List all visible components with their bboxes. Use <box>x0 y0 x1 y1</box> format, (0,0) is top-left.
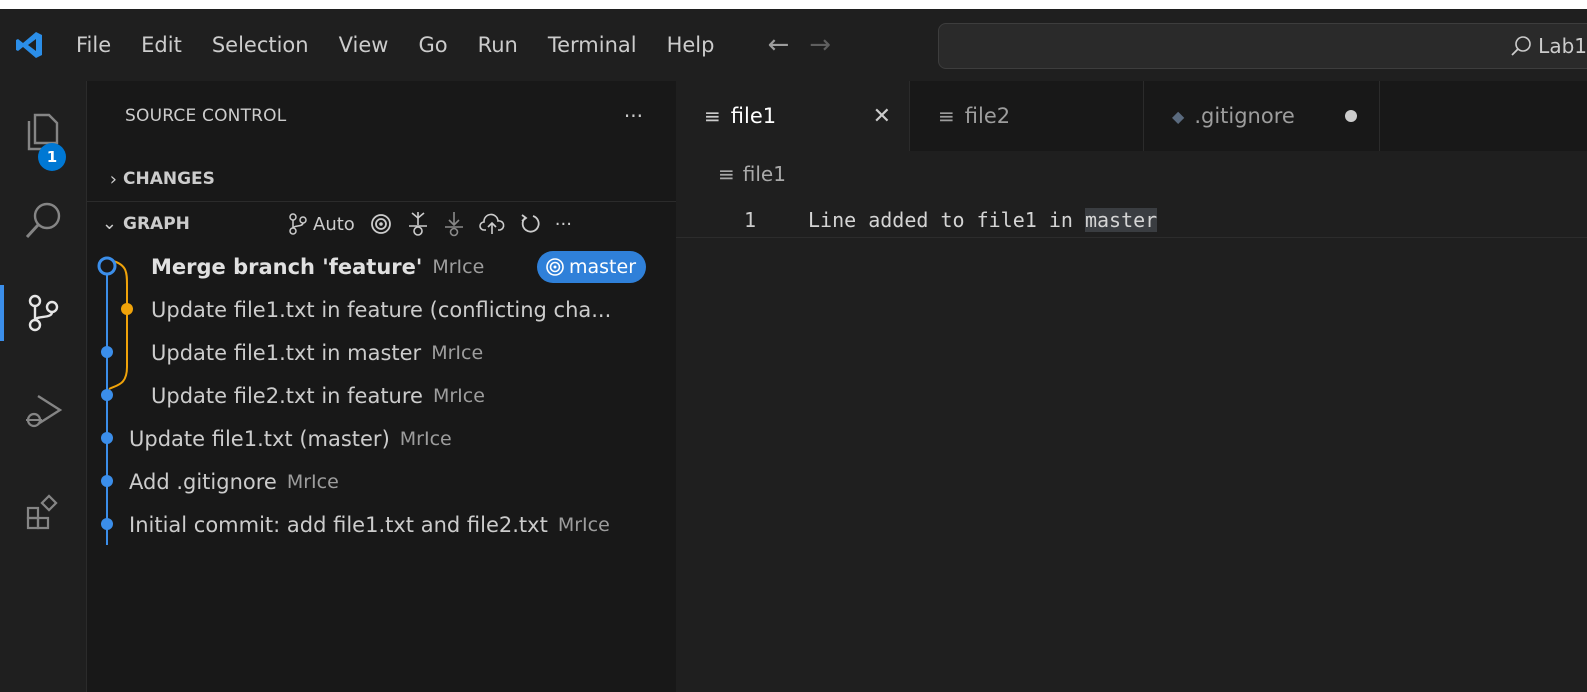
breadcrumb-file: file1 <box>742 162 786 186</box>
activity-bar: 1 <box>0 81 86 692</box>
line-content[interactable]: Line added to file1 in master <box>808 202 1158 238</box>
commit-message: Add .gitignore <box>129 469 277 494</box>
commit-author: MrIce <box>432 384 485 407</box>
push-cloud-icon[interactable] <box>479 213 505 235</box>
commit-message: Initial commit: add file1.txt and file2.… <box>129 512 548 537</box>
run-debug-button[interactable] <box>0 371 86 451</box>
tab-label: .gitignore <box>1194 104 1295 128</box>
word-highlight: master <box>1084 208 1158 232</box>
extensions-icon <box>26 494 58 530</box>
menu-run[interactable]: Run <box>463 9 533 81</box>
branch-icon <box>289 213 307 235</box>
commit-message: Update file1.txt (master) <box>129 426 390 451</box>
branch-name: master <box>569 256 637 278</box>
menu-file[interactable]: File <box>58 9 126 81</box>
menu-view[interactable]: View <box>324 9 404 81</box>
commit-row[interactable]: Merge branch 'feature' MrIce <box>151 245 484 288</box>
fetch-icon[interactable] <box>407 211 429 237</box>
tab-gitignore[interactable]: ◆ .gitignore <box>1144 81 1380 151</box>
explorer-badge: 1 <box>38 143 66 171</box>
commit-author: MrIce <box>431 341 484 364</box>
modified-dot-icon[interactable] <box>1345 110 1357 122</box>
command-center-content: Lab1 <box>1510 24 1587 68</box>
run-debug-icon <box>26 394 63 428</box>
commit-row[interactable]: Initial commit: add file1.txt and file2.… <box>129 503 610 546</box>
line-number: 1 <box>743 208 756 232</box>
vscode-logo-icon[interactable] <box>0 9 58 81</box>
target-branch-icon <box>546 258 564 276</box>
menu-help[interactable]: Help <box>652 9 730 81</box>
search-view-button[interactable] <box>0 181 86 261</box>
sidebar-title: SOURCE CONTROL <box>125 106 287 126</box>
menu-selection[interactable]: Selection <box>197 9 324 81</box>
graph-title: GRAPH <box>123 213 190 234</box>
title-bar: File Edit Selection View Go Run Terminal… <box>0 9 1587 81</box>
commit-row[interactable]: Update file1.txt (master) MrIce <box>129 417 452 460</box>
pull-icon[interactable] <box>443 211 465 237</box>
git-file-icon: ◆ <box>1172 106 1185 126</box>
commit-row[interactable]: Update file1.txt in feature (conflicting… <box>151 288 611 331</box>
editor-tabs: ≡ file1 ✕ ≡ file2 ◆ .gitignore <box>676 81 1587 151</box>
commit-graph: Merge branch 'feature' MrIce master Upda… <box>87 245 677 545</box>
changes-title: CHANGES <box>123 169 215 189</box>
commit-author: MrIce <box>286 470 339 493</box>
explorer-button[interactable]: 1 <box>0 91 86 171</box>
text-file-icon: ≡ <box>938 104 955 128</box>
editor-area: ≡ file1 ✕ ≡ file2 ◆ .gitignore ≡ file1 1… <box>676 81 1587 692</box>
graph-actions: Auto ··· <box>287 202 572 246</box>
commit-row[interactable]: Update file2.txt in feature MrIce <box>151 374 485 417</box>
auto-label: Auto <box>313 213 355 235</box>
tab-file2[interactable]: ≡ file2 <box>910 81 1144 151</box>
commit-author: MrIce <box>432 255 485 278</box>
text-file-icon: ≡ <box>718 162 735 186</box>
line-text-before: Line added to file1 in <box>808 208 1085 232</box>
auto-branch-selector[interactable]: Auto <box>287 212 355 236</box>
extensions-button[interactable] <box>0 473 86 553</box>
menu-bar: File Edit Selection View Go Run Terminal… <box>58 9 729 81</box>
commit-row[interactable]: Add .gitignore MrIce <box>129 460 339 503</box>
source-control-sidebar: SOURCE CONTROL ··· › CHANGES ⌄ GRAPH Aut… <box>86 81 677 692</box>
menu-edit[interactable]: Edit <box>126 9 197 81</box>
commit-message: Update file1.txt in feature (conflicting… <box>151 297 612 322</box>
menu-terminal[interactable]: Terminal <box>533 9 652 81</box>
graph-section-header[interactable]: ⌄ GRAPH Auto ··· <box>87 201 677 245</box>
commit-message: Update file2.txt in feature <box>151 383 423 408</box>
code-line[interactable]: 1 Line added to file1 in master <box>676 202 1587 238</box>
text-file-icon: ≡ <box>704 104 721 128</box>
back-arrow-icon[interactable]: ← <box>767 30 789 60</box>
refresh-icon[interactable] <box>519 213 541 235</box>
search-icon <box>1511 36 1531 56</box>
navigation-arrows: ← → <box>767 30 831 60</box>
menu-go[interactable]: Go <box>403 9 462 81</box>
commit-author: MrIce <box>399 427 452 450</box>
source-control-icon <box>28 294 59 332</box>
chevron-down-icon: ⌄ <box>101 213 117 234</box>
commit-author: MrIce <box>557 513 610 536</box>
chevron-right-icon: › <box>109 168 117 190</box>
commit-row[interactable]: Update file1.txt in master MrIce <box>151 331 483 374</box>
workspace-name: Lab1 <box>1538 34 1587 58</box>
commit-message: Merge branch 'feature' <box>151 254 423 279</box>
tab-label: file2 <box>964 104 1011 128</box>
source-control-button[interactable] <box>0 273 86 353</box>
more-actions-icon[interactable]: ··· <box>624 104 643 128</box>
commit-node-5 <box>101 432 113 444</box>
vscode-window: File Edit Selection View Go Run Terminal… <box>0 9 1587 692</box>
target-icon[interactable] <box>369 212 393 236</box>
search-view-icon <box>25 202 61 239</box>
commit-message: Update file1.txt in master <box>151 340 422 365</box>
commit-node-6 <box>101 475 113 487</box>
sidebar-header: SOURCE CONTROL ··· <box>125 81 665 151</box>
commit-node-7 <box>101 518 113 530</box>
breadcrumb[interactable]: ≡ file1 <box>718 159 786 189</box>
graph-more-icon[interactable]: ··· <box>555 214 572 235</box>
close-icon[interactable]: ✕ <box>873 104 891 129</box>
tab-label: file1 <box>730 104 777 128</box>
branch-badge-master[interactable]: master <box>537 251 647 283</box>
forward-arrow-icon[interactable]: → <box>809 30 831 60</box>
command-center-search[interactable]: Lab1 <box>938 23 1587 69</box>
changes-section-header[interactable]: › CHANGES <box>87 157 677 201</box>
tab-file1[interactable]: ≡ file1 ✕ <box>676 81 910 151</box>
